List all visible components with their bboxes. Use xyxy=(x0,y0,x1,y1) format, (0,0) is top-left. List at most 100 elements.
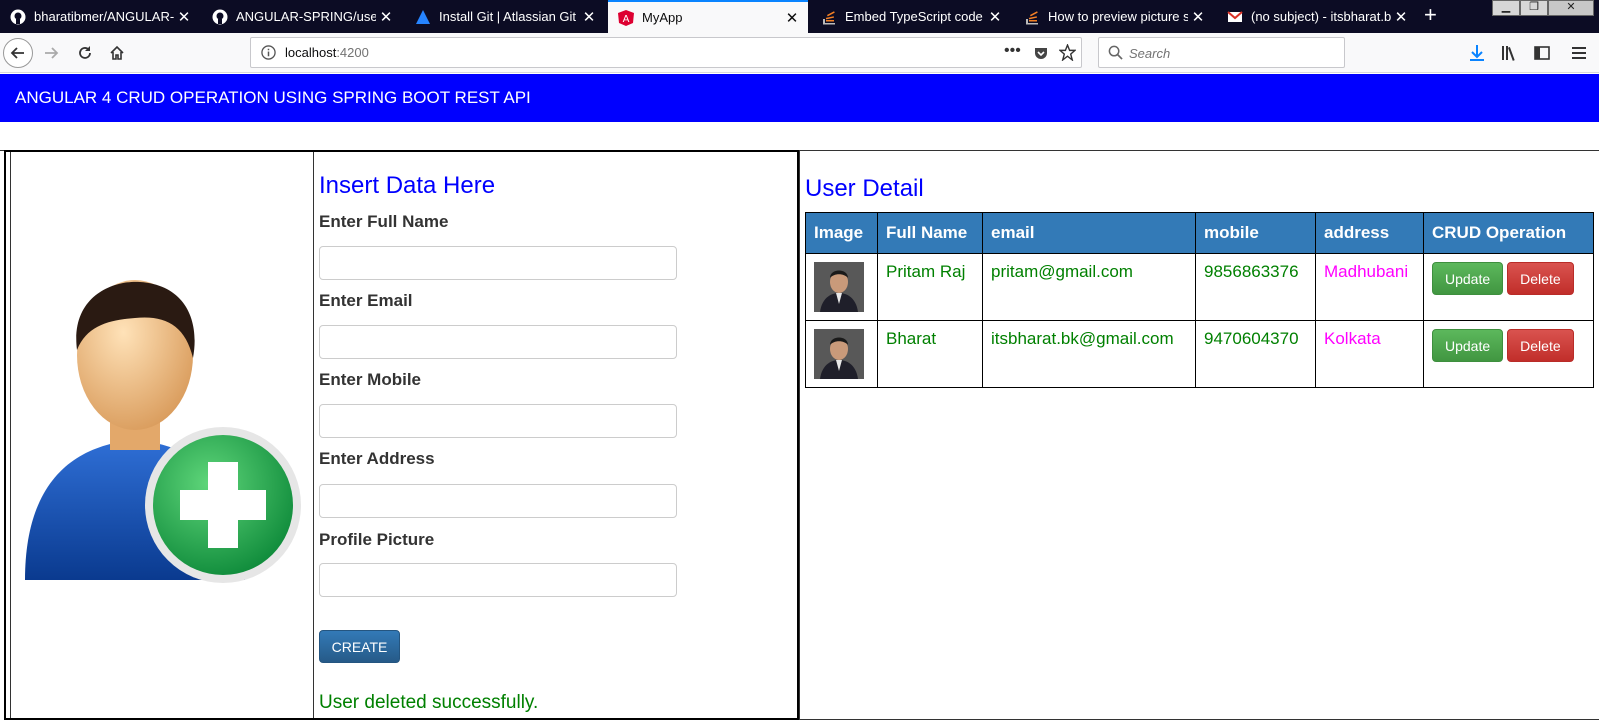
app-title: ANGULAR 4 CRUD OPERATION USING SPRING BO… xyxy=(15,88,531,107)
user-name: Bharat xyxy=(877,320,983,388)
delete-button[interactable]: Delete xyxy=(1507,262,1574,295)
close-tab-icon[interactable]: ✕ xyxy=(782,9,802,27)
minimize-icon[interactable]: ▁ xyxy=(1492,0,1520,16)
close-tab-icon[interactable]: ✕ xyxy=(579,8,599,26)
full-name-input[interactable] xyxy=(319,246,677,280)
col-mobile: mobile xyxy=(1195,212,1316,254)
user-name: Pritam Raj xyxy=(877,253,983,321)
tab-github-1[interactable]: bharatibmer/ANGULAR-SP ✕ xyxy=(0,0,200,33)
user-mobile: 9470604370 xyxy=(1195,320,1316,388)
full-name-label: Enter Full Name xyxy=(319,212,449,231)
download-icon[interactable] xyxy=(1467,43,1487,63)
maximize-icon[interactable]: ❐ xyxy=(1520,0,1548,16)
table-row: Bharat itsbharat.bk@gmail.com 9470604370… xyxy=(805,320,1594,388)
tab-github-2[interactable]: ANGULAR-SPRING/userCR ✕ xyxy=(202,0,402,33)
divider xyxy=(799,719,1599,720)
close-tab-icon[interactable]: ✕ xyxy=(1188,8,1208,26)
angular-icon: A xyxy=(618,9,634,26)
tab-gmail[interactable]: (no subject) - itsbharat.bk@ ✕ xyxy=(1217,0,1417,33)
tab-atlassian[interactable]: Install Git | Atlassian Git Tut ✕ xyxy=(405,0,605,33)
atlassian-icon xyxy=(416,9,430,24)
github-icon xyxy=(212,9,228,24)
tab-label: How to preview picture sto xyxy=(1048,9,1188,24)
github-icon xyxy=(10,9,26,24)
profile-picture-label: Profile Picture xyxy=(319,530,435,549)
profile-picture-input[interactable] xyxy=(319,563,677,597)
back-button[interactable] xyxy=(3,38,33,68)
search-placeholder: Search xyxy=(1129,46,1171,61)
tab-myapp[interactable]: A MyApp ✕ xyxy=(608,0,808,33)
reload-icon xyxy=(79,46,91,59)
bookmark-star-icon[interactable] xyxy=(1059,44,1076,61)
user-mobile: 9856863376 xyxy=(1195,253,1316,321)
tab-label: MyApp xyxy=(642,10,683,25)
delete-button[interactable]: Delete xyxy=(1507,329,1574,362)
back-arrow-icon xyxy=(10,47,24,59)
stackoverflow-icon xyxy=(823,10,835,24)
app-header: ANGULAR 4 CRUD OPERATION USING SPRING BO… xyxy=(0,74,1599,122)
mobile-input[interactable] xyxy=(319,404,677,438)
col-address: address xyxy=(1315,212,1424,254)
gmail-icon xyxy=(1227,10,1243,22)
tab-stackoverflow-1[interactable]: Embed TypeScript code in ✕ xyxy=(811,0,1011,33)
reload-button[interactable] xyxy=(70,38,100,68)
address-input[interactable] xyxy=(319,484,677,518)
crud-actions: Update Delete xyxy=(1423,320,1594,388)
update-button[interactable]: Update xyxy=(1432,329,1504,362)
user-photo-icon xyxy=(814,262,864,312)
home-icon xyxy=(110,45,124,60)
table-row: Pritam Raj pritam@gmail.com 9856863376 M… xyxy=(805,253,1594,321)
email-input[interactable] xyxy=(319,325,677,359)
update-button[interactable]: Update xyxy=(1432,262,1504,295)
page-actions-icon[interactable]: ••• xyxy=(1004,42,1021,60)
sidebar-icon[interactable] xyxy=(1532,43,1552,63)
tab-label: (no subject) - itsbharat.bk@ xyxy=(1251,9,1391,24)
form-title: Insert Data Here xyxy=(319,172,496,199)
user-image-cell xyxy=(805,253,878,321)
new-tab-icon[interactable]: + xyxy=(1424,4,1437,26)
stackoverflow-icon xyxy=(1026,10,1038,24)
table-header-row: Image Full Name email mobile address CRU… xyxy=(805,212,1594,254)
col-email: email xyxy=(982,212,1196,254)
library-icon[interactable] xyxy=(1499,43,1519,63)
navigation-toolbar: localhost:4200 ••• Search xyxy=(0,33,1599,73)
address-label: Enter Address xyxy=(319,449,435,468)
info-icon[interactable] xyxy=(261,45,276,60)
tab-stackoverflow-2[interactable]: How to preview picture sto ✕ xyxy=(1014,0,1214,33)
close-tab-icon[interactable]: ✕ xyxy=(174,8,194,26)
forward-button[interactable] xyxy=(36,38,66,68)
add-user-icon xyxy=(25,280,301,583)
col-crud-operation: CRUD Operation xyxy=(1423,212,1594,254)
user-email: itsbharat.bk@gmail.com xyxy=(982,320,1196,388)
svg-text:A: A xyxy=(623,14,630,25)
pocket-icon[interactable] xyxy=(1033,45,1049,61)
status-message: User deleted successfully. xyxy=(319,692,539,713)
home-button[interactable] xyxy=(102,38,132,68)
search-box[interactable]: Search xyxy=(1098,37,1345,68)
close-tab-icon[interactable]: ✕ xyxy=(376,8,396,26)
forward-arrow-icon xyxy=(45,47,59,59)
add-user-illustration-cell xyxy=(10,152,314,718)
create-button[interactable]: CREATE xyxy=(319,630,400,663)
user-email: pritam@gmail.com xyxy=(982,253,1196,321)
email-label: Enter Email xyxy=(319,291,413,310)
search-icon xyxy=(1108,45,1123,60)
url-bar[interactable]: localhost:4200 ••• xyxy=(250,37,1082,68)
user-table: Image Full Name email mobile address CRU… xyxy=(805,212,1594,388)
mobile-label: Enter Mobile xyxy=(319,370,422,389)
crud-actions: Update Delete xyxy=(1423,253,1594,321)
tab-label: Install Git | Atlassian Git Tut xyxy=(439,9,579,24)
close-tab-icon[interactable]: ✕ xyxy=(1391,8,1411,26)
close-window-icon[interactable]: ✕ xyxy=(1548,0,1594,16)
divider xyxy=(799,150,800,720)
close-tab-icon[interactable]: ✕ xyxy=(985,8,1005,26)
user-address: Madhubani xyxy=(1315,253,1424,321)
user-image-cell xyxy=(805,320,878,388)
menu-icon[interactable] xyxy=(1569,43,1589,63)
col-image: Image xyxy=(805,212,878,254)
tab-label: ANGULAR-SPRING/userCR xyxy=(236,9,376,24)
user-detail-title: User Detail xyxy=(805,175,924,202)
user-photo-icon xyxy=(814,329,864,379)
tab-label: Embed TypeScript code in xyxy=(845,9,985,24)
url-text: localhost:4200 xyxy=(285,45,369,60)
